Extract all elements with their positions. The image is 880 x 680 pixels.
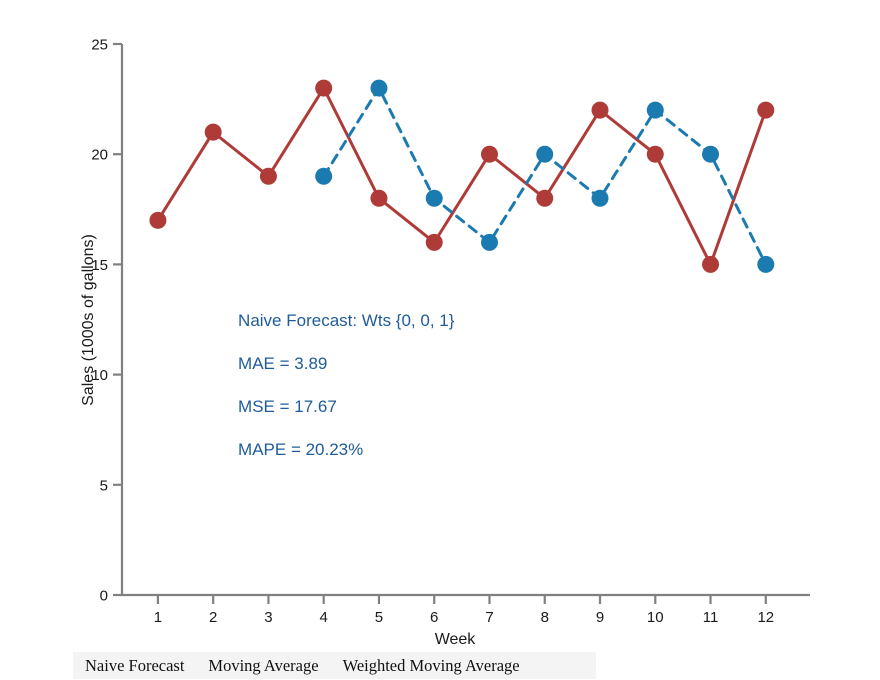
x-tick-label: 3 — [264, 609, 272, 626]
y-tick-label: 5 — [100, 477, 108, 494]
data-point-marker[interactable] — [149, 211, 167, 229]
x-tick-label: 10 — [647, 609, 664, 626]
y-tick-label: 20 — [91, 147, 108, 164]
tab-naive-forecast[interactable]: Naive Forecast — [73, 652, 196, 679]
data-point-marker[interactable] — [702, 145, 720, 163]
x-tick-label: 9 — [596, 609, 604, 626]
data-point-marker[interactable] — [480, 233, 498, 251]
annotation-line-0: Naive Forecast: Wts {0, 0, 1} — [238, 311, 455, 330]
x-tick-label: 12 — [757, 609, 774, 626]
x-tick-label: 5 — [375, 609, 383, 626]
data-point-marker[interactable] — [370, 189, 388, 207]
x-tick-label: 2 — [209, 609, 217, 626]
data-point-marker[interactable] — [536, 145, 554, 163]
data-point-marker[interactable] — [315, 167, 333, 185]
data-point-marker[interactable] — [425, 189, 443, 207]
x-tick-label: 11 — [703, 609, 719, 626]
y-axis-title: Sales (1000s of gallons) — [80, 234, 97, 406]
x-tick-label: 4 — [320, 609, 328, 626]
series-line-1 — [322, 86, 768, 266]
data-point-marker[interactable] — [425, 233, 443, 251]
x-tick-label: 1 — [154, 609, 162, 626]
tab-moving-average[interactable]: Moving Average — [196, 652, 330, 679]
x-tick-label: 7 — [485, 609, 493, 626]
y-tick-label: 0 — [100, 588, 108, 605]
data-point-marker[interactable] — [702, 255, 720, 273]
x-tick-label: 8 — [541, 609, 549, 626]
data-point-marker[interactable] — [757, 255, 775, 273]
annotation-line-3: MAPE = 20.23% — [238, 440, 363, 459]
data-point-marker[interactable] — [370, 79, 388, 97]
chart-annotation-block: Naive Forecast: Wts {0, 0, 1} MAE = 3.89 M… — [238, 311, 455, 459]
data-point-marker[interactable] — [646, 145, 664, 163]
data-point-marker[interactable] — [646, 101, 664, 119]
data-point-marker[interactable] — [204, 123, 222, 141]
chart-series-markers — [149, 79, 775, 273]
y-tick-label: 25 — [91, 37, 108, 54]
annotation-line-1: MAE = 3.89 — [238, 354, 327, 373]
x-axis-title: Week — [435, 631, 477, 648]
tab-weighted-moving-average[interactable]: Weighted Moving Average — [331, 652, 532, 679]
data-point-marker[interactable] — [480, 145, 498, 163]
series-line-0 — [156, 86, 768, 266]
data-point-marker[interactable] — [591, 189, 609, 207]
x-axis-ticks — [156, 595, 767, 604]
x-axis-tick-labels: 1 2 3 4 5 6 7 8 9 10 11 12 — [154, 609, 774, 626]
y-axis-ticks — [113, 42, 122, 597]
data-point-marker[interactable] — [757, 101, 775, 119]
x-tick-label: 6 — [430, 609, 438, 626]
data-point-marker[interactable] — [259, 167, 277, 185]
chart-plot-area: 0510152025 1 2 3 4 5 6 7 8 9 10 11 12 Sales (1000s … — [80, 37, 810, 648]
chart-series-lines — [156, 86, 768, 266]
sheet-tab-bar[interactable]: Naive Forecast Moving Average Weighted Mov… — [73, 652, 596, 679]
data-point-marker[interactable] — [315, 79, 333, 97]
data-point-marker[interactable] — [591, 101, 609, 119]
annotation-line-2: MSE = 17.67 — [238, 397, 337, 416]
data-point-marker[interactable] — [536, 189, 554, 207]
forecast-chart-panel: 0 5 10 15 20 25 1 2 3 4 5 6 7 8 9 10 11 12 Sales (1000s … — [0, 0, 880, 680]
